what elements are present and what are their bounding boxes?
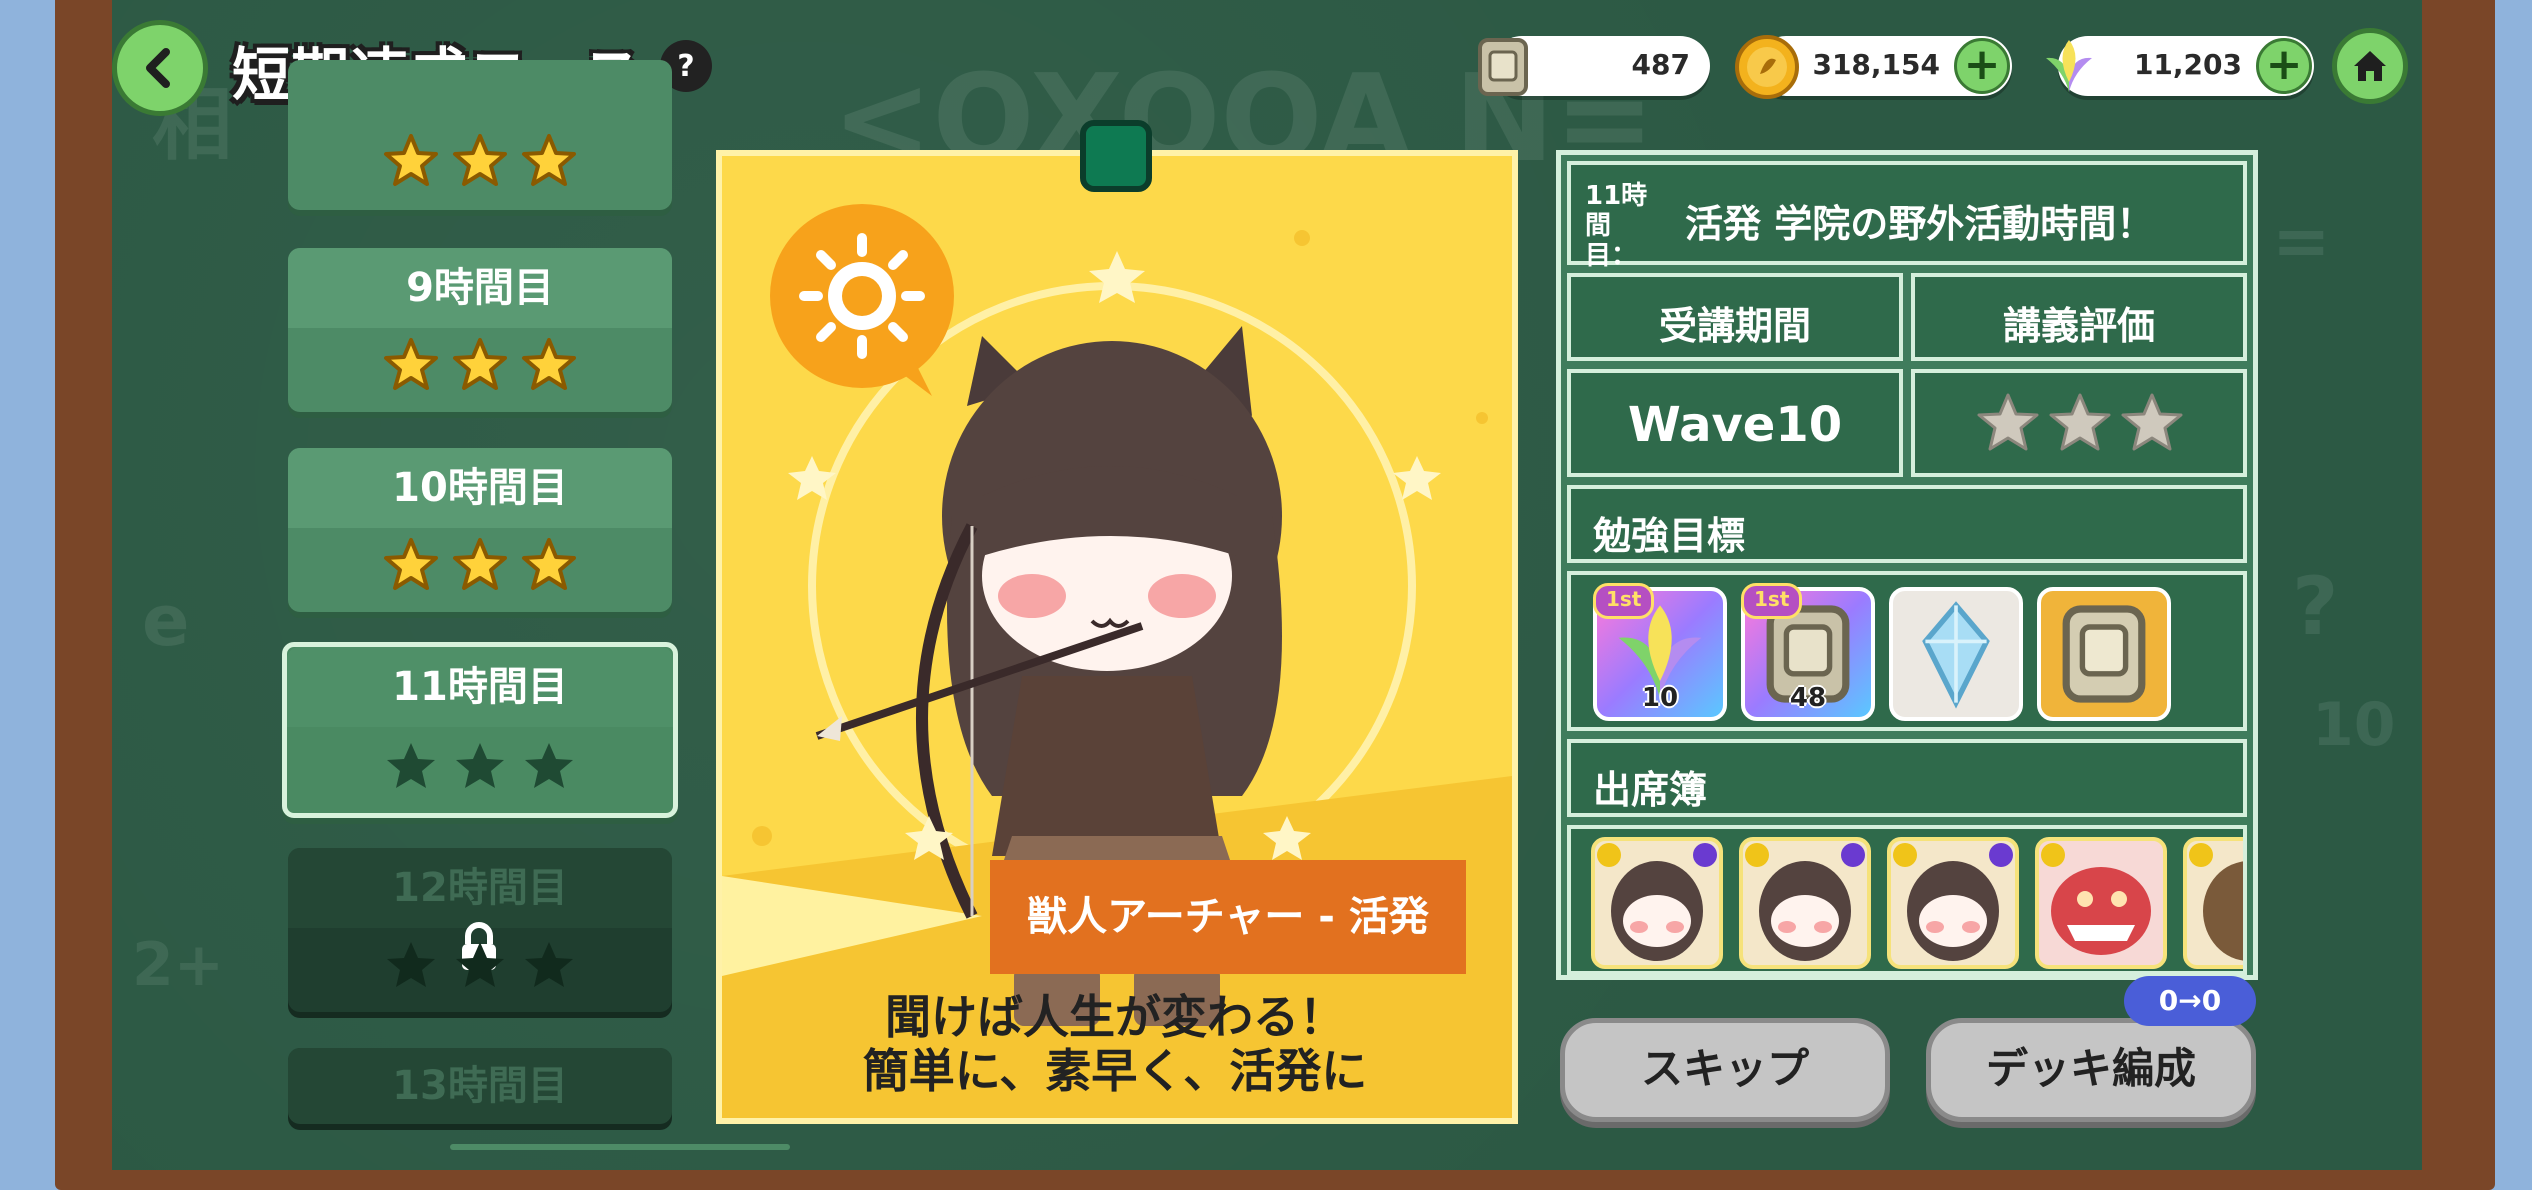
goals-header-cell: 勉強目標 [1567,485,2247,563]
attendance-header: 出席簿 [1593,768,1708,812]
archer-portrait [1893,843,2013,961]
period-value: Wave10 [1627,397,1843,453]
attendance-roster [1567,825,2247,975]
leaf-counter: 11,203 + [2046,36,2314,96]
lesson-label: 9時間目 [288,248,672,328]
lesson-item-9[interactable]: 9時間目 [288,248,672,412]
roster-slot[interactable] [2183,837,2243,969]
monster-portrait [2041,843,2151,955]
lesson-label: 13時間目 [288,1048,672,1124]
lesson-prefix: 11時間目： [1585,181,1648,271]
character-card [716,150,1518,1124]
lesson-label: 11時間目 [287,647,673,727]
star-empty-icon [382,737,440,795]
star-empty-icon [451,936,509,994]
ticket-value: 487 [1631,48,1690,81]
goal-item-ticket[interactable]: 1st 48 [1741,583,1875,721]
gold-coin-icon [1735,35,1799,99]
lesson-title: 活発 学院の野外活動時間！ [1685,202,2155,246]
star-icon [520,536,578,594]
slogan: 聞けば人生が変わる！ 簡単に、素早く、活発に [790,990,1440,1098]
card-tab-gem [1080,120,1152,192]
lesson-label: 10時間目 [288,448,672,528]
star-icon [451,132,509,190]
ticket-counter: 487 [1478,36,1710,96]
roster-slot[interactable] [1739,837,1871,969]
deck-edit-button[interactable]: デッキ編成 [1926,1018,2256,1122]
rating-header-cell: 講義評価 [1911,273,2247,361]
lesson-stars [288,936,672,998]
roster-slot[interactable] [2035,837,2167,969]
home-icon [2354,51,2386,81]
goal-quantity: 10 [1641,683,1679,713]
star-empty-icon [382,936,440,994]
period-header: 受講期間 [1658,304,1811,348]
star-icon [382,336,440,394]
lesson-title-box: 11時間目： 活発 学院の野外活動時間！ [1567,161,2247,271]
first-clear-badge: 1st [1741,583,1803,619]
goal-item-rainbow-leaf[interactable]: 1st 10 [1593,583,1727,721]
archer-portrait [1597,843,1717,961]
star-empty-icon [520,737,578,795]
gold-ticket-icon [2062,605,2146,703]
chevron-left-icon [146,48,170,88]
first-clear-badge: 1st [1593,583,1655,619]
rating-value-cell [1911,369,2247,477]
star-empty-icon [451,737,509,795]
goal-item-crystal[interactable] [1889,587,2023,721]
back-button[interactable] [112,20,208,116]
add-leaf-button[interactable]: + [2256,38,2312,94]
lesson-stars [288,132,672,194]
lesson-item-12[interactable]: 12時間目 [288,848,672,1012]
home-button[interactable] [2332,28,2408,104]
lesson-stars [288,536,672,598]
attendance-header-cell: 出席簿 [1567,739,2247,817]
leaf-value: 11,203 [2133,48,2242,81]
slogan-line-2: 簡単に、素早く、活発に [862,1044,1368,1098]
star-icon [520,336,578,394]
goal-item-gold-ticket[interactable] [2037,587,2171,721]
lesson-item-11[interactable]: 11時間目 [282,642,678,818]
roster-slot[interactable] [1591,837,1723,969]
gold-counter: 318,154 + [1735,35,2012,99]
lesson-stars [288,336,672,398]
star-icon [451,336,509,394]
goals-row: 1st 10 1st 48 [1567,571,2247,731]
goals-header: 勉強目標 [1593,514,1746,558]
character-portrait [2189,843,2243,961]
star-icon [451,536,509,594]
lesson-label: 12時間目 [288,848,672,928]
star-icon [382,536,440,594]
lesson-stars [287,737,673,799]
skip-button[interactable]: スキップ [1560,1018,1890,1122]
star-empty-icon [520,936,578,994]
roster-slot[interactable] [1887,837,2019,969]
ticket-icon [1478,38,1528,96]
rating-stars [1977,393,2183,451]
lesson-info-panel: 11時間目： 活発 学院の野外活動時間！ 受講期間 講義評価 Wave10 勉強… [1556,150,2258,980]
slogan-line-1: 聞けば人生が変わる！ [885,990,1345,1044]
goal-quantity: 48 [1789,683,1827,713]
lesson-item-13[interactable]: 13時間目 [288,1048,672,1124]
lesson-item-10[interactable]: 10時間目 [288,448,672,612]
rainbow-leaf-icon [2046,40,2092,92]
scroll-indicator [450,1144,790,1150]
rating-header: 講義評価 [2002,304,2155,348]
add-gold-button[interactable]: + [1954,38,2010,94]
star-icon [382,132,440,190]
period-value-cell: Wave10 [1567,369,1903,477]
deck-change-badge: 0→0 [2124,976,2256,1026]
character-name: 獣人アーチャー - 活発 [990,860,1466,974]
lesson-item-8[interactable] [288,60,672,210]
period-header-cell: 受講期間 [1567,273,1903,361]
star-icon [520,132,578,190]
gold-value: 318,154 [1812,48,1940,81]
archer-portrait [1745,843,1865,961]
crystal-icon [1922,601,1990,709]
